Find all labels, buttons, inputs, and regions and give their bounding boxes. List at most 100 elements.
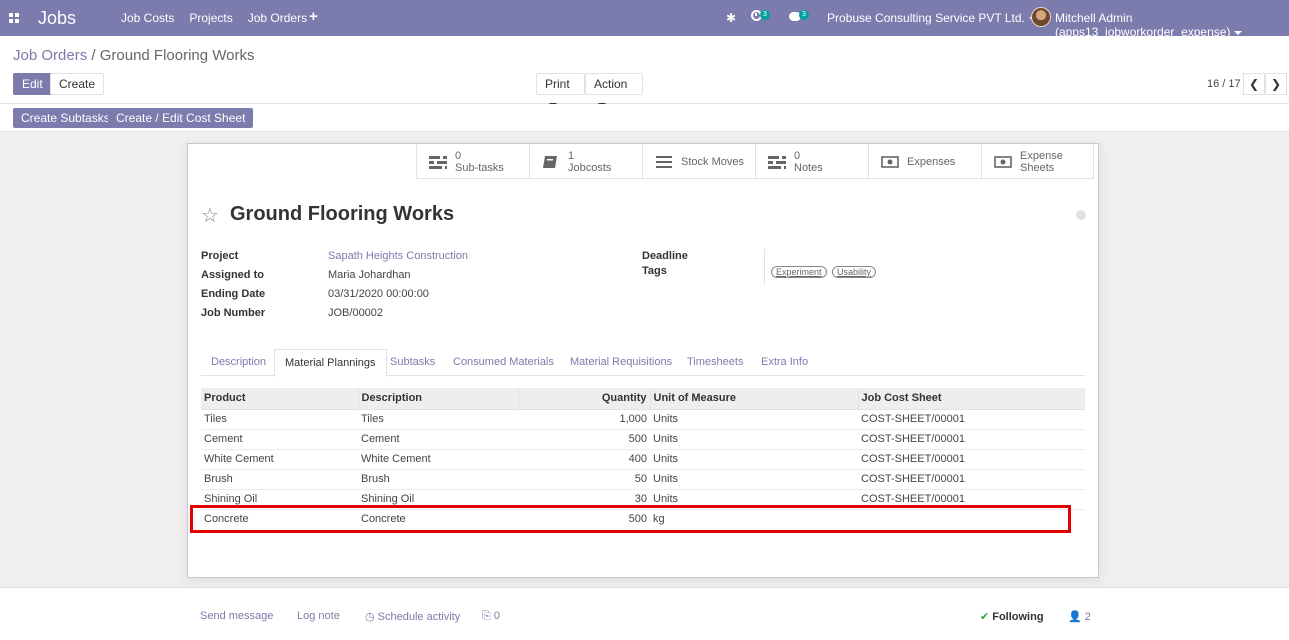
subtasks-label: Sub-tasks [455, 161, 504, 174]
material-plannings-table: Product Description Quantity Unit of Mea… [201, 388, 1085, 529]
chevron-down-icon [1234, 30, 1243, 35]
table-row[interactable]: White Cement White Cement 400 Units COST-SHE… [201, 448, 1085, 469]
subtasks-smart-button[interactable]: 0 Sub-tasks [416, 144, 529, 179]
schedule-activity-label: Schedule activity [377, 611, 461, 623]
breadcrumb-parent[interactable]: Job Orders [13, 47, 87, 64]
kanban-state-indicator[interactable] [1076, 210, 1086, 220]
tasks-icon [768, 155, 786, 169]
tags-label: Tags [642, 265, 667, 277]
cell-product: Tiles [201, 408, 358, 429]
jobcosts-smart-button[interactable]: 1 Jobcosts [529, 144, 642, 179]
column-header-product[interactable]: Product [201, 388, 358, 410]
cell-product: Shining Oil [201, 488, 358, 509]
form-statusbar: Create Subtasks Create / Edit Cost Sheet [0, 104, 1289, 132]
cell-product: Concrete [201, 508, 358, 529]
cell-cost-sheet: COST-SHEET/00001 [858, 448, 1085, 469]
add-menu-icon[interactable]: + [309, 8, 318, 25]
edit-button[interactable]: Edit [13, 73, 52, 95]
activity-count-badge: 3 [760, 10, 770, 20]
create-subtasks-button[interactable]: Create Subtasks [13, 108, 118, 128]
following-label: Following [992, 611, 1044, 623]
column-header-cost-sheet[interactable]: Job Cost Sheet [857, 388, 1085, 410]
action-label: Action [594, 77, 628, 91]
job-number-label: Job Number [201, 307, 266, 319]
cell-description: Tiles [358, 408, 518, 429]
pager-next-button[interactable]: ❯ [1265, 73, 1287, 95]
jobcosts-label: Jobcosts [568, 161, 612, 174]
expenses-label: Expenses [907, 155, 956, 168]
cell-cost-sheet [858, 508, 1085, 529]
expenses-smart-button[interactable]: Expenses [868, 144, 981, 179]
tasks-icon [429, 155, 447, 169]
table-row[interactable]: Brush Brush 50 Units COST-SHEET/00001 [201, 468, 1085, 489]
cell-uom: Units [650, 468, 858, 489]
assigned-value: Maria Johardhan [328, 269, 411, 281]
table-row[interactable]: Shining Oil Shining Oil 30 Units COST-SHEET/… [201, 488, 1085, 509]
cell-product: Cement [201, 428, 358, 449]
debug-bug-icon[interactable]: ✱ [726, 11, 736, 25]
project-label: Project [201, 250, 239, 262]
cell-uom: kg [650, 508, 858, 529]
pager-value[interactable]: 16 / 17 [1207, 78, 1241, 90]
tab-extra-info[interactable]: Extra Info [751, 349, 818, 376]
tab-consumed-materials[interactable]: Consumed Materials [443, 349, 564, 376]
stock-moves-smart-button[interactable]: Stock Moves [642, 144, 755, 179]
deadline-label: Deadline [642, 250, 688, 262]
tab-description[interactable]: Description [201, 349, 276, 376]
tag-usability[interactable]: Usability [832, 266, 877, 278]
notes-count: 0 [794, 149, 801, 162]
log-note-button[interactable]: Log note [297, 610, 340, 622]
cost-sheet-button[interactable]: Create / Edit Cost Sheet [108, 108, 254, 128]
tab-subtasks[interactable]: Subtasks [380, 349, 445, 376]
table-row[interactable]: Cement Cement 500 Units COST-SHEET/00001 [201, 428, 1085, 449]
list-icon [656, 155, 672, 168]
cell-quantity: 1,000 [518, 408, 650, 429]
table-row[interactable]: Tiles Tiles 1,000 Units COST-SHEET/00001 [201, 408, 1085, 429]
notes-label: Notes [794, 161, 823, 174]
tab-material-plannings[interactable]: Material Plannings [274, 349, 387, 377]
action-dropdown[interactable]: Action [585, 73, 643, 107]
print-dropdown[interactable]: Print [536, 73, 585, 107]
menu-projects[interactable]: Projects [189, 11, 232, 25]
create-button[interactable]: Create [50, 73, 105, 95]
user-avatar[interactable] [1031, 7, 1051, 27]
expense-sheets-label-top: Expense [1020, 149, 1063, 162]
top-navbar: Jobs Job Costs Projects Job Orders + ✱ 3… [0, 0, 1289, 39]
cell-description: White Cement [358, 448, 518, 469]
user-menu[interactable]: Mitchell Admin (apps13_jobworkorder_expe… [1055, 11, 1289, 39]
cell-quantity: 500 [518, 508, 650, 529]
send-message-button[interactable]: Send message [200, 610, 273, 622]
schedule-activity-button[interactable]: ◷ Schedule activity [365, 610, 460, 623]
cell-product: Brush [201, 468, 358, 489]
column-header-uom[interactable]: Unit of Measure [649, 388, 858, 410]
cell-quantity: 50 [518, 468, 650, 489]
column-header-description[interactable]: Description [357, 388, 518, 410]
favorite-star-icon[interactable]: ☆ [201, 203, 219, 228]
cell-cost-sheet: COST-SHEET/00001 [858, 468, 1085, 489]
menu-job-costs[interactable]: Job Costs [121, 11, 174, 25]
company-switcher[interactable]: Probuse Consulting Service PVT Ltd. [827, 11, 1037, 25]
user-name: Mitchell Admin (apps13_jobworkorder_expe… [1055, 11, 1231, 39]
column-header-quantity[interactable]: Quantity [517, 388, 650, 410]
cell-uom: Units [650, 488, 858, 509]
expense-sheets-smart-button[interactable]: Expense Sheets [981, 144, 1094, 179]
following-button[interactable]: ✔ Following [980, 610, 1044, 623]
project-link[interactable]: Sapath Heights Construction [328, 250, 468, 262]
subtasks-count: 0 [455, 149, 462, 162]
book-icon [543, 155, 557, 168]
cell-cost-sheet: COST-SHEET/00001 [858, 428, 1085, 449]
app-brand[interactable]: Jobs [38, 8, 76, 29]
pager-previous-button[interactable]: ❮ [1243, 73, 1265, 95]
notes-smart-button[interactable]: 0 Notes [755, 144, 868, 179]
tab-timesheets[interactable]: Timesheets [677, 349, 753, 376]
tab-material-requisitions[interactable]: Material Requisitions [560, 349, 682, 376]
attachments-button[interactable]: ⎘ 0 [482, 610, 500, 623]
record-title: Ground Flooring Works [230, 203, 455, 225]
top-menu: Job Costs Projects Job Orders [121, 11, 322, 25]
apps-menu-icon[interactable] [9, 13, 19, 23]
menu-job-orders[interactable]: Job Orders [248, 11, 307, 25]
tag-experiment[interactable]: Experiment [771, 266, 827, 278]
table-row[interactable]: Concrete Concrete 500 kg [201, 508, 1085, 529]
followers-button[interactable]: 👤 2 [1068, 610, 1091, 623]
clock-icon: ◷ [365, 611, 378, 623]
